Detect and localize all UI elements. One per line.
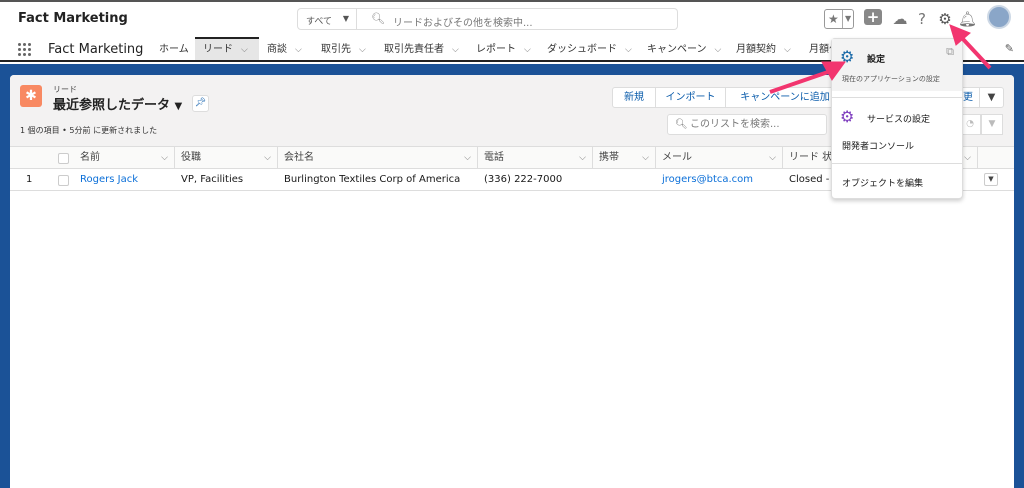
menu-item-setup[interactable]: ⚙ 設定 ⧉ 現在のアプリケーションの設定 bbox=[832, 39, 962, 91]
chevron-down-icon[interactable]: ⌵ bbox=[524, 45, 531, 55]
lead-name-link[interactable]: Rogers Jack bbox=[80, 174, 138, 185]
column-header-name[interactable]: 名前 ⌵ bbox=[74, 147, 175, 169]
email-link[interactable]: jrogers@btca.com bbox=[662, 174, 753, 185]
global-search-input[interactable]: 🔍︎ リードおよびその他を検索中... bbox=[357, 8, 678, 30]
pin-list-button[interactable]: 📌︎ bbox=[192, 95, 209, 112]
menu-item-developer-console[interactable]: 開発者コンソール bbox=[842, 139, 914, 152]
caret-down-icon[interactable]: ▼ bbox=[842, 10, 851, 28]
row-number: 1 bbox=[26, 174, 33, 185]
row-checkbox[interactable] bbox=[58, 175, 69, 186]
service-gear-icon: ⚙ bbox=[840, 107, 855, 126]
tab-home[interactable]: ホーム bbox=[159, 37, 189, 60]
chevron-down-icon[interactable]: ⌵ bbox=[625, 45, 632, 55]
notification-bell-icon[interactable]: 🔔︎ bbox=[958, 8, 977, 30]
favorites-button[interactable]: ★ ▼ bbox=[824, 9, 854, 29]
select-all-checkbox[interactable] bbox=[58, 153, 69, 164]
column-header-email[interactable]: メール ⌵ bbox=[656, 147, 783, 169]
chevron-down-icon[interactable]: ⌵ bbox=[769, 147, 776, 169]
tab-dashboards[interactable]: ダッシュボード ⌵ bbox=[547, 37, 632, 60]
column-header-mobile[interactable]: 携帯 ⌵ bbox=[593, 147, 656, 169]
trailhead-icon[interactable]: ☁ bbox=[891, 8, 909, 30]
chevron-down-icon[interactable]: ⌵ bbox=[359, 45, 366, 55]
cell-title: VP, Facilities bbox=[181, 174, 244, 185]
import-button[interactable]: インポート bbox=[655, 87, 726, 108]
app-launcher-icon[interactable] bbox=[18, 43, 32, 57]
cell-company: Burlington Textiles Corp of America bbox=[284, 174, 461, 185]
setup-gear-icon[interactable]: ⚙ bbox=[936, 8, 954, 30]
column-header-phone[interactable]: 電話 ⌵ bbox=[478, 147, 593, 169]
tab-leads[interactable]: リード ⌵ bbox=[195, 37, 259, 60]
org-title: Fact Marketing bbox=[18, 11, 128, 26]
filter-button[interactable]: ▼ bbox=[981, 114, 1003, 135]
tab-subscriptions[interactable]: 月額契約 ⌵ bbox=[736, 37, 791, 60]
list-meta: 1 個の項目 • 5分前 に更新されました bbox=[20, 126, 158, 135]
pin-icon: 📌︎ bbox=[194, 98, 207, 108]
setup-gear-icon: ⚙ bbox=[840, 47, 855, 66]
chevron-down-icon[interactable]: ⌵ bbox=[579, 147, 586, 169]
menu-item-edit-object[interactable]: オブジェクトを編集 bbox=[842, 176, 923, 189]
column-header-company[interactable]: 会社名 ⌵ bbox=[278, 147, 478, 169]
tab-contacts[interactable]: 取引先責任者 ⌵ bbox=[384, 37, 459, 60]
list-search-input[interactable]: 🔍︎ このリストを検索... bbox=[667, 114, 827, 135]
help-icon[interactable]: ? bbox=[914, 8, 930, 30]
new-button[interactable]: 新規 bbox=[612, 87, 656, 108]
avatar[interactable] bbox=[987, 5, 1011, 29]
row-actions-button[interactable]: ▼ bbox=[984, 173, 998, 186]
setup-menu: ⚙ 設定 ⧉ 現在のアプリケーションの設定 ⚙ サービスの設定 開発者コンソール… bbox=[831, 38, 963, 199]
chevron-down-icon[interactable]: ⌵ bbox=[161, 147, 168, 169]
chevron-down-icon[interactable]: ⌵ bbox=[264, 147, 271, 169]
caret-down-icon[interactable]: ▼ bbox=[175, 101, 183, 112]
chevron-down-icon[interactable]: ⌵ bbox=[642, 147, 649, 169]
column-header-title[interactable]: 役職 ⌵ bbox=[175, 147, 278, 169]
chevron-down-icon[interactable]: ⌵ bbox=[715, 45, 722, 55]
tab-reports[interactable]: レポート ⌵ bbox=[476, 37, 531, 60]
chevron-down-icon[interactable]: ⌵ bbox=[784, 45, 791, 55]
chevron-down-icon[interactable]: ⌵ bbox=[241, 45, 248, 55]
chevron-down-icon[interactable]: ⌵ bbox=[452, 45, 459, 55]
external-link-icon[interactable]: ⧉ bbox=[946, 45, 954, 59]
lead-object-icon: ✱ bbox=[20, 85, 42, 107]
edit-nav-pencil-icon[interactable]: ✎ bbox=[1005, 42, 1014, 55]
search-icon: 🔍︎ bbox=[675, 119, 688, 130]
star-icon: ★ bbox=[828, 12, 839, 26]
chevron-down-icon[interactable]: ⌵ bbox=[464, 147, 471, 169]
cell-phone: (336) 222-7000 bbox=[484, 174, 563, 185]
caret-down-icon: ▼ bbox=[342, 14, 349, 23]
app-name: Fact Marketing bbox=[48, 42, 144, 57]
chevron-down-icon[interactable]: ⌵ bbox=[964, 147, 971, 169]
more-actions-button[interactable]: ▼ bbox=[979, 87, 1004, 108]
tab-campaigns[interactable]: キャンペーン ⌵ bbox=[647, 37, 721, 60]
search-icon: 🔍︎ bbox=[371, 12, 385, 25]
tab-opportunities[interactable]: 商談 ⌵ bbox=[267, 37, 302, 60]
add-icon[interactable]: + bbox=[864, 9, 882, 25]
list-view-selector[interactable]: 最近参照したデータ ▼ bbox=[53, 94, 182, 113]
tab-more[interactable]: 月額ᐟ bbox=[809, 37, 833, 60]
chevron-down-icon[interactable]: ⌵ bbox=[295, 45, 302, 55]
add-to-campaign-button[interactable]: キャンペーンに追加 bbox=[725, 87, 845, 108]
tab-accounts[interactable]: 取引先 ⌵ bbox=[321, 37, 366, 60]
divider bbox=[832, 97, 962, 98]
search-scope-select[interactable]: すべて ▼ bbox=[297, 8, 357, 30]
divider bbox=[832, 163, 962, 164]
